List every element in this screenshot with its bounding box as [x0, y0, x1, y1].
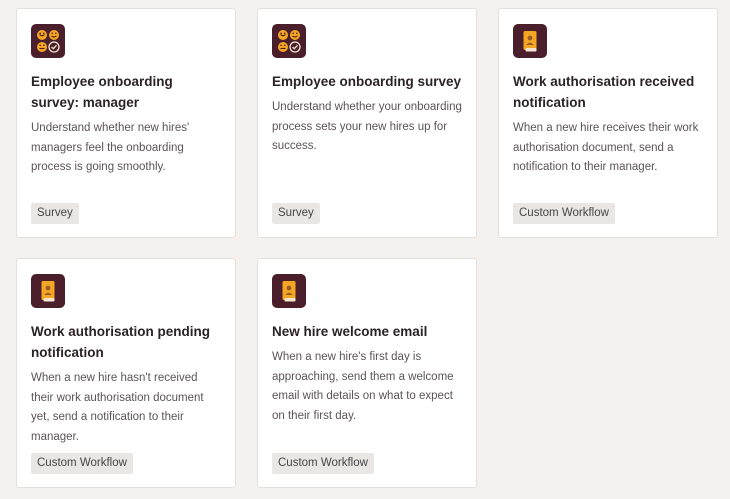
card-description: Understand whether your onboarding proce…	[272, 101, 462, 152]
card-tag: Custom Workflow	[31, 453, 133, 474]
card-description: Understand whether new hires' managers f…	[31, 122, 190, 173]
card-title: New hire welcome email	[272, 324, 428, 339]
template-card-work-authorisation-pending[interactable]: Work authorisation pending notification …	[16, 258, 236, 488]
card-tag: Survey	[272, 203, 320, 224]
card-title: Employee onboarding survey: manager	[31, 74, 173, 110]
id-badge-icon	[513, 24, 547, 58]
id-badge-icon	[31, 274, 65, 308]
card-description: When a new hire hasn't received their wo…	[31, 372, 204, 443]
card-title: Work authorisation received notification	[513, 74, 695, 110]
template-card-new-hire-welcome-email[interactable]: New hire welcome email When a new hire's…	[257, 258, 477, 488]
template-card-work-authorisation-received[interactable]: Work authorisation received notification…	[498, 8, 718, 238]
card-title: Employee onboarding survey	[272, 74, 462, 89]
emoji-faces-icon	[272, 24, 306, 58]
emoji-faces-icon	[31, 24, 65, 58]
card-title: Work authorisation pending notification	[31, 324, 211, 360]
template-grid: Employee onboarding survey: manager Unde…	[16, 8, 718, 488]
card-description: When a new hire receives their work auth…	[513, 122, 699, 173]
template-card-onboarding-survey[interactable]: Employee onboarding survey Understand wh…	[257, 8, 477, 238]
card-tag: Custom Workflow	[513, 203, 615, 224]
id-badge-icon	[272, 274, 306, 308]
template-card-onboarding-survey-manager[interactable]: Employee onboarding survey: manager Unde…	[16, 8, 236, 238]
card-tag: Survey	[31, 203, 79, 224]
card-tag: Custom Workflow	[272, 453, 374, 474]
card-description: When a new hire's first day is approachi…	[272, 351, 454, 422]
